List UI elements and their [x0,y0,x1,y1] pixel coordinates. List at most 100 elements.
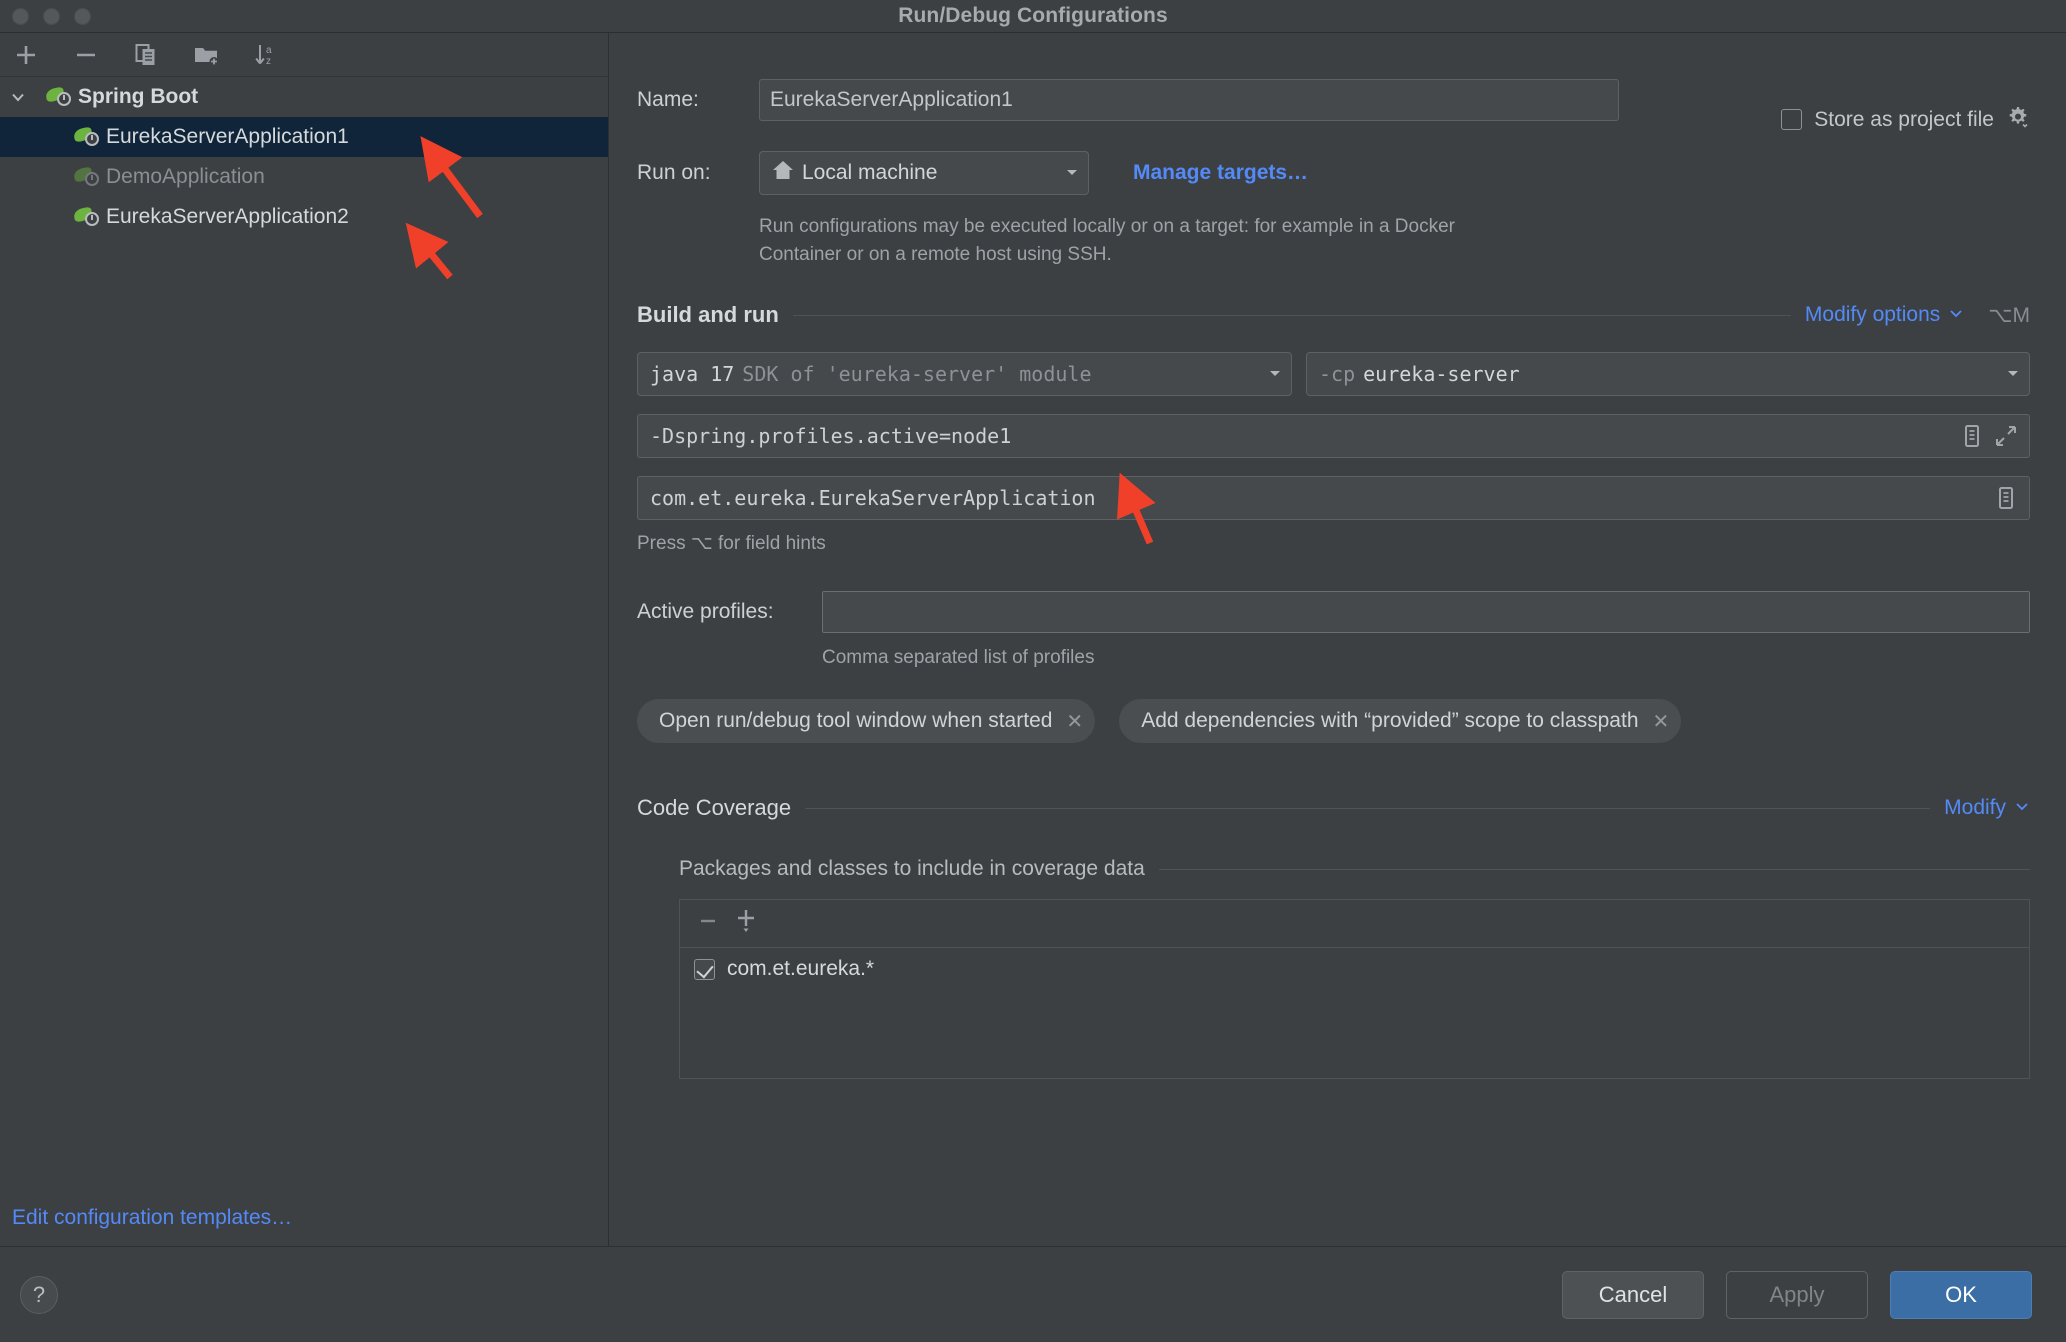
active-profiles-label: Active profiles: [637,600,774,624]
coverage-packages-title: Packages and classes to include in cover… [679,857,1145,881]
build-and-run-section-header: Build and run Modify options ⌥M [637,302,2030,328]
coverage-list-toolbar [680,900,2029,949]
store-as-project-file-checkbox[interactable] [1781,109,1803,130]
chip-label: Open run/debug tool window when started [659,709,1053,733]
sidebar-item-label: EurekaServerApplication2 [106,205,349,228]
coverage-list-item[interactable]: com.et.eureka.* [680,948,2029,990]
configurations-sidebar: a z Spring Boot EurekaServerApplication1… [0,33,609,1246]
active-profiles-row: Active profiles: [637,591,2030,634]
macro-icon[interactable] [1955,419,1989,453]
coverage-item-label: com.et.eureka.* [727,957,875,981]
footer-buttons: Cancel Apply OK [1562,1270,2032,1319]
modify-options-button[interactable]: Modify options [1805,303,1964,327]
coverage-item-checkbox[interactable] [694,958,715,980]
spring-boot-icon [73,165,102,189]
name-input[interactable]: EurekaServerApplication1 [759,79,1619,121]
close-icon[interactable]: ✕ [1653,709,1670,734]
sidebar-item-demoapplication[interactable]: DemoApplication [0,157,608,197]
vm-options-input[interactable]: -Dspring.profiles.active=node1 [637,414,2030,459]
expand-icon[interactable] [1989,419,2023,453]
chevron-down-icon[interactable] [4,88,32,106]
manage-targets-link[interactable]: Manage targets… [1133,161,1308,185]
cancel-button[interactable]: Cancel [1562,1270,1704,1319]
apply-button[interactable]: Apply [1726,1270,1868,1319]
jre-value: java 17 [650,362,735,387]
svg-text:a: a [266,45,272,56]
chevron-down-icon [1064,164,1080,183]
home-icon [772,159,794,187]
main-class-input[interactable]: com.et.eureka.EurekaServerApplication [637,476,2030,521]
svg-text:z: z [266,56,271,67]
active-profiles-input[interactable] [822,591,2030,634]
section-divider [1158,868,2030,870]
classpath-flag: -cp [1319,362,1356,387]
help-button[interactable]: ? [20,1275,58,1314]
new-folder-button[interactable] [188,39,224,71]
window-title: Run/Debug Configurations [898,4,1168,27]
run-on-helper-text: Run configurations may be executed local… [759,216,1455,265]
sidebar-item-eurekaserverapplication2[interactable]: EurekaServerApplication2 [0,197,608,237]
tree-group-label: Spring Boot [78,85,199,108]
configuration-editor-pane: Name: EurekaServerApplication1 Store as … [609,33,2066,1246]
jre-description: SDK of 'eureka-server' module [742,362,1092,387]
modify-options-shortcut: ⌥M [1988,303,2030,327]
sidebar-item-eurekaserverapplication1[interactable]: EurekaServerApplication1 [0,117,608,157]
sidebar-item-label: DemoApplication [106,165,265,188]
tree-group-spring-boot[interactable]: Spring Boot [0,77,608,117]
configurations-tree[interactable]: Spring Boot EurekaServerApplication1 Dem… [0,77,608,1246]
macro-icon[interactable] [1989,481,2023,515]
dialog-footer: ? Cancel Apply OK [0,1246,2066,1342]
run-on-label: Run on: [637,161,711,184]
chip-open-run-debug-tool-window[interactable]: Open run/debug tool window when started … [637,699,1096,744]
build-and-run-title: Build and run [637,302,779,328]
option-chips: Open run/debug tool window when started … [637,699,2030,744]
run-debug-configurations-dialog: Run/Debug Configurations a z Spring Boot… [0,0,2066,1342]
sdk-and-classpath-row: java 17 SDK of 'eureka-server' module -c… [637,352,2030,397]
section-divider [792,314,1791,316]
ok-button[interactable]: OK [1890,1270,2032,1319]
code-coverage-section-header: Code Coverage Modify [637,795,2030,821]
store-as-project-file-group: Store as project file [1781,105,2030,134]
chevron-down-icon [1948,303,1964,327]
sort-configurations-button[interactable]: a z [248,39,284,71]
code-coverage-title: Code Coverage [637,795,792,821]
run-on-row: Run on: Local machine Manage targets… [637,151,2030,195]
jre-select[interactable]: java 17 SDK of 'eureka-server' module [637,352,1292,397]
run-on-target-select[interactable]: Local machine [759,151,1089,195]
add-configuration-button[interactable] [8,39,44,71]
chip-add-provided-dependencies[interactable]: Add dependencies with “provided” scope t… [1119,699,1682,744]
gear-icon[interactable] [2006,105,2030,134]
window-titlebar: Run/Debug Configurations [0,0,2066,33]
dialog-body: a z Spring Boot EurekaServerApplication1… [0,33,2066,1246]
spring-boot-icon [73,205,102,229]
chevron-down-icon [1267,362,1283,386]
code-coverage-modify-label: Modify [1944,796,2006,820]
close-icon[interactable]: ✕ [1066,709,1083,734]
classpath-select[interactable]: -cp eureka-server [1306,352,2030,397]
sidebar-toolbar: a z [0,33,608,77]
chevron-down-icon [2014,796,2030,820]
chevron-down-icon [2005,362,2021,386]
classpath-module: eureka-server [1363,362,1520,387]
code-coverage-modify-button[interactable]: Modify [1944,796,2030,820]
modify-options-label: Modify options [1804,303,1941,327]
name-label: Name: [637,88,699,111]
remove-configuration-button[interactable] [68,39,104,71]
vm-options-value: -Dspring.profiles.active=node1 [650,424,1012,449]
add-package-button[interactable] [734,907,760,940]
spring-boot-icon [73,125,102,149]
main-class-value: com.et.eureka.EurekaServerApplication [650,486,1096,511]
coverage-packages-list: com.et.eureka.* [679,899,2030,1080]
copy-configuration-button[interactable] [128,39,164,71]
coverage-packages-subsection-header: Packages and classes to include in cover… [679,857,2030,881]
section-divider [805,807,1931,809]
field-hints-text: Press ⌥ for field hints [637,533,826,555]
edit-configuration-templates-link[interactable]: Edit configuration templates… [12,1206,292,1230]
remove-package-button[interactable] [696,909,720,938]
store-as-project-file-label: Store as project file [1814,107,1994,131]
sidebar-item-label: EurekaServerApplication1 [106,125,349,148]
active-profiles-hint: Comma separated list of profiles [822,647,1095,669]
spring-boot-icon [45,85,74,109]
run-on-target-value: Local machine [802,161,938,184]
chip-label: Add dependencies with “provided” scope t… [1141,709,1639,733]
